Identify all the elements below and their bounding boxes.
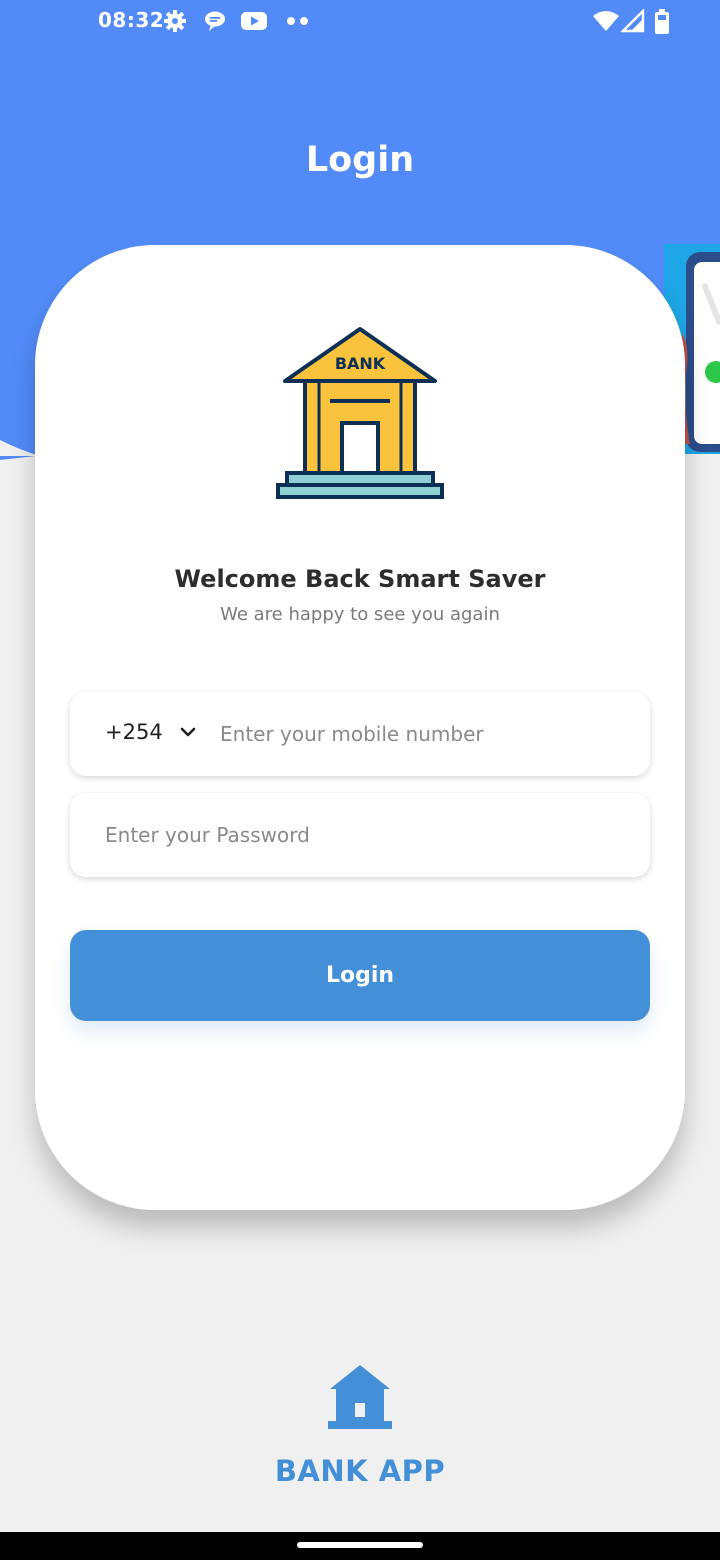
app-name-label: BANK APP: [274, 1454, 446, 1488]
wifi-icon: [593, 11, 619, 31]
gear-icon: [164, 10, 186, 32]
chevron-down-icon[interactable]: [179, 725, 197, 739]
login-screen: 08:32 Login BANK Welcome Back Smart Save…: [0, 0, 720, 1560]
chat-bubble-icon: [205, 11, 225, 31]
signal-icon: [621, 9, 645, 33]
status-time: 08:32: [98, 8, 165, 32]
more-dots-icon: [287, 17, 308, 25]
login-card: BANK Welcome Back Smart Saver We are hap…: [35, 245, 685, 1210]
password-field: [70, 793, 650, 877]
mobile-number-field: +254: [70, 692, 650, 776]
page-title: Login: [305, 140, 415, 180]
mobile-number-input[interactable]: [220, 692, 630, 776]
bank-building-icon: BANK: [276, 327, 444, 499]
youtube-icon: [241, 12, 267, 30]
welcome-title: Welcome Back Smart Saver: [174, 565, 546, 593]
bank-sign-text: BANK: [335, 354, 386, 373]
country-code-selector[interactable]: +254: [105, 720, 163, 744]
home-indicator[interactable]: [297, 1542, 423, 1548]
password-input[interactable]: [105, 793, 625, 877]
navigation-bar: [0, 1532, 720, 1560]
login-button[interactable]: Login: [70, 930, 650, 1021]
welcome-subtitle: We are happy to see you again: [220, 604, 500, 625]
battery-icon: [655, 9, 669, 34]
bank-logo-icon: [328, 1365, 392, 1429]
status-bar: 08:32: [0, 0, 720, 42]
